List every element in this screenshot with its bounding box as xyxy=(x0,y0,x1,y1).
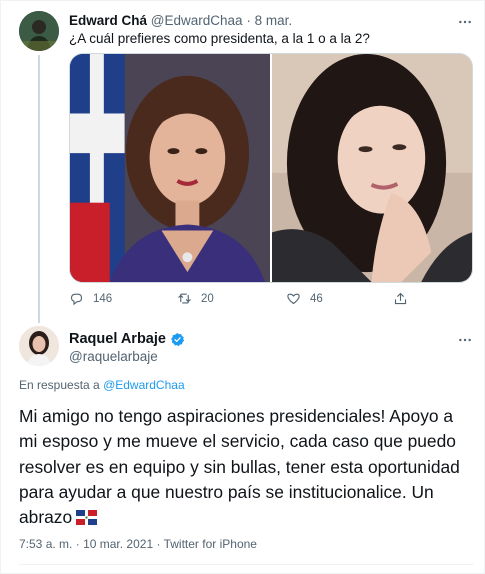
meta-separator: · xyxy=(156,537,161,551)
author-name[interactable]: Raquel Arbaje xyxy=(69,331,166,347)
photo-2[interactable] xyxy=(272,54,472,282)
avatar-image xyxy=(19,326,59,366)
author-handle[interactable]: @EdwardChaa xyxy=(151,13,243,28)
tweet-source[interactable]: Twitter for iPhone xyxy=(164,537,257,551)
thread-line xyxy=(38,55,40,323)
reply-button[interactable]: 146 xyxy=(69,291,112,306)
reply-icon xyxy=(70,293,83,306)
retweet-icon xyxy=(178,293,191,304)
tweet-text: ¿A cuál prefieres como presidenta, a la … xyxy=(69,31,370,46)
tweet-date[interactable]: 8 mar. xyxy=(255,13,293,28)
share-icon xyxy=(394,292,407,305)
dominican-republic-flag-icon xyxy=(76,510,98,526)
tweet-time[interactable]: 7:53 a. m. xyxy=(19,537,72,551)
tweet-actions: 146 20 46 xyxy=(69,291,473,309)
mention-link[interactable]: @EdwardChaa xyxy=(103,378,185,392)
verified-icon xyxy=(171,332,185,346)
parent-header: Edward Chá @EdwardChaa · 8 mar. xyxy=(69,13,292,28)
replying-prefix: En respuesta a xyxy=(19,378,100,392)
tweet-text: Mi amigo no tengo aspiraciones presidenc… xyxy=(19,406,460,528)
photo-1[interactable] xyxy=(70,54,270,282)
date-separator: · xyxy=(246,13,251,28)
tweet-thread: Edward Chá @EdwardChaa · 8 mar. ¿A cuál … xyxy=(0,0,485,574)
avatar[interactable] xyxy=(19,326,59,366)
more-icon xyxy=(459,338,471,342)
avatar[interactable] xyxy=(19,11,59,51)
more-options-button[interactable] xyxy=(453,331,477,349)
like-icon xyxy=(287,293,300,305)
reply-text-block: Mi amigo no tengo aspiraciones presidenc… xyxy=(19,404,474,530)
reply-author-row: Raquel Arbaje xyxy=(69,331,185,347)
like-button[interactable]: 46 xyxy=(286,291,323,306)
author-handle[interactable]: @raquelarbaje xyxy=(69,349,158,364)
media-grid xyxy=(69,53,473,283)
divider xyxy=(19,564,474,565)
parent-tweet[interactable]: Edward Chá @EdwardChaa · 8 mar. ¿A cuál … xyxy=(1,1,485,323)
more-icon xyxy=(459,20,471,24)
more-options-button[interactable] xyxy=(453,13,477,31)
avatar-image xyxy=(19,11,59,51)
share-button[interactable] xyxy=(393,291,408,306)
retweet-button[interactable]: 20 xyxy=(177,291,214,306)
like-count: 46 xyxy=(310,292,323,305)
meta-separator: · xyxy=(75,537,80,551)
replying-to: En respuesta a @EdwardChaa xyxy=(19,378,185,392)
portrait-image-1 xyxy=(70,54,270,282)
tweet-meta: 7:53 a. m. · 10 mar. 2021 · Twitter for … xyxy=(19,537,257,551)
tweet-date[interactable]: 10 mar. 2021 xyxy=(83,537,153,551)
reply-count: 146 xyxy=(93,292,113,305)
author-name[interactable]: Edward Chá xyxy=(69,13,147,28)
retweet-count: 20 xyxy=(201,292,214,305)
portrait-image-2 xyxy=(272,54,472,282)
